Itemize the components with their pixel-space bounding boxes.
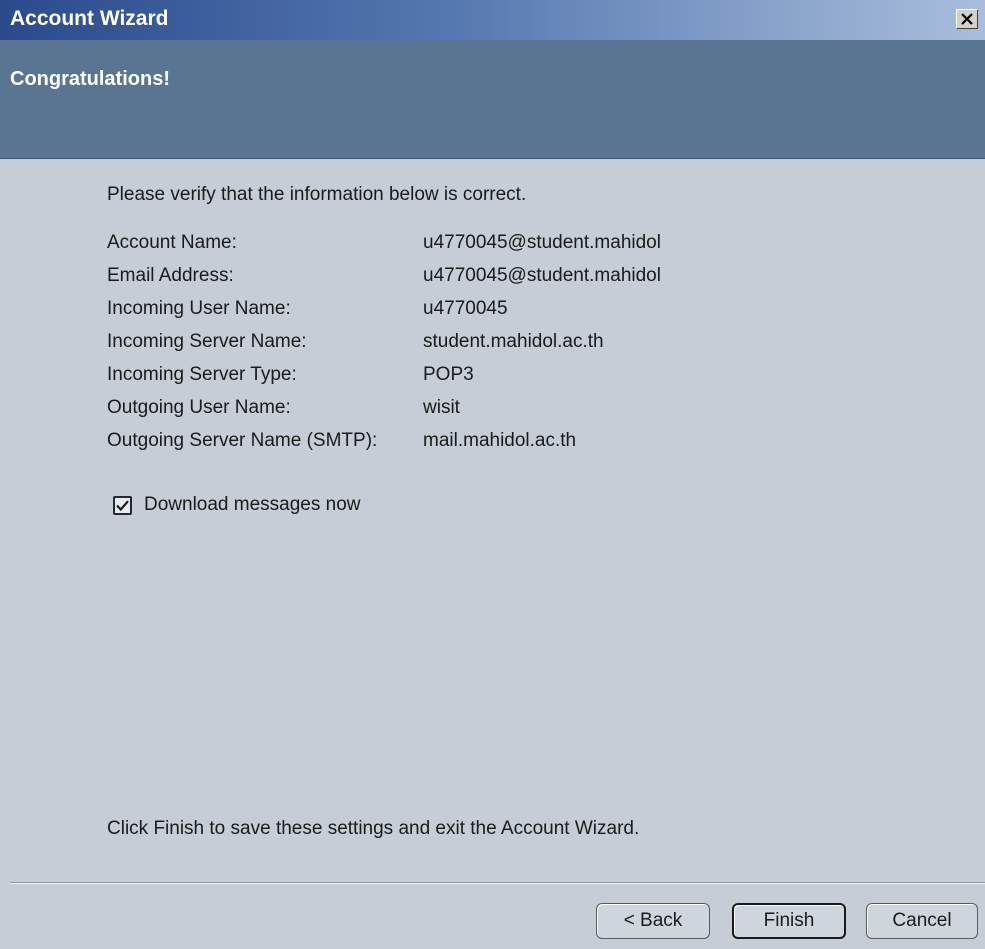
detail-row-account-name: Account Name: u4770045@student.mahidol	[107, 232, 807, 265]
close-icon	[961, 13, 973, 25]
download-messages-checkbox[interactable]	[113, 495, 132, 515]
detail-row-incoming-server: Incoming Server Name: student.mahidol.ac…	[107, 331, 807, 364]
page-title: Congratulations!	[10, 68, 170, 90]
detail-value: POP3	[423, 364, 474, 385]
intro-text: Please verify that the information below…	[107, 184, 527, 205]
wizard-header: Congratulations!	[0, 40, 985, 159]
button-separator	[10, 882, 985, 884]
detail-row-outgoing-user: Outgoing User Name: wisit	[107, 397, 807, 430]
window-title: Account Wizard	[10, 7, 169, 30]
detail-label: Email Address:	[107, 265, 234, 286]
detail-label: Incoming Server Type:	[107, 364, 297, 385]
detail-value: u4770045	[423, 298, 508, 319]
cancel-button[interactable]: Cancel	[866, 903, 978, 939]
detail-value: student.mahidol.ac.th	[423, 331, 604, 352]
detail-value: mail.mahidol.ac.th	[423, 430, 577, 451]
detail-value: u4770045@student.mahidol	[423, 232, 661, 253]
detail-value: wisit	[423, 397, 460, 418]
download-messages-option[interactable]: Download messages now	[113, 494, 361, 516]
detail-row-incoming-type: Incoming Server Type: POP3	[107, 364, 807, 397]
detail-value: u4770045@student.mahidol	[423, 265, 661, 286]
detail-row-incoming-user: Incoming User Name: u4770045	[107, 298, 807, 331]
back-button[interactable]: < Back	[596, 903, 710, 939]
detail-label: Outgoing User Name:	[107, 397, 291, 418]
detail-label: Outgoing Server Name (SMTP):	[107, 430, 378, 451]
wizard-content: Please verify that the information below…	[107, 184, 661, 451]
footer-instructions: Click Finish to save these settings and …	[107, 818, 640, 839]
detail-label: Incoming Server Name:	[107, 331, 307, 352]
finish-button[interactable]: Finish	[732, 903, 846, 939]
download-messages-label: Download messages now	[144, 494, 361, 515]
detail-label: Account Name:	[107, 232, 237, 253]
detail-row-outgoing-server: Outgoing Server Name (SMTP): mail.mahido…	[107, 430, 807, 463]
account-details: Account Name: u4770045@student.mahidol E…	[107, 232, 807, 463]
detail-row-email-address: Email Address: u4770045@student.mahidol	[107, 265, 807, 298]
checkmark-icon	[116, 499, 129, 511]
title-bar: Account Wizard	[0, 0, 985, 40]
close-button[interactable]	[956, 9, 978, 29]
detail-label: Incoming User Name:	[107, 298, 291, 319]
